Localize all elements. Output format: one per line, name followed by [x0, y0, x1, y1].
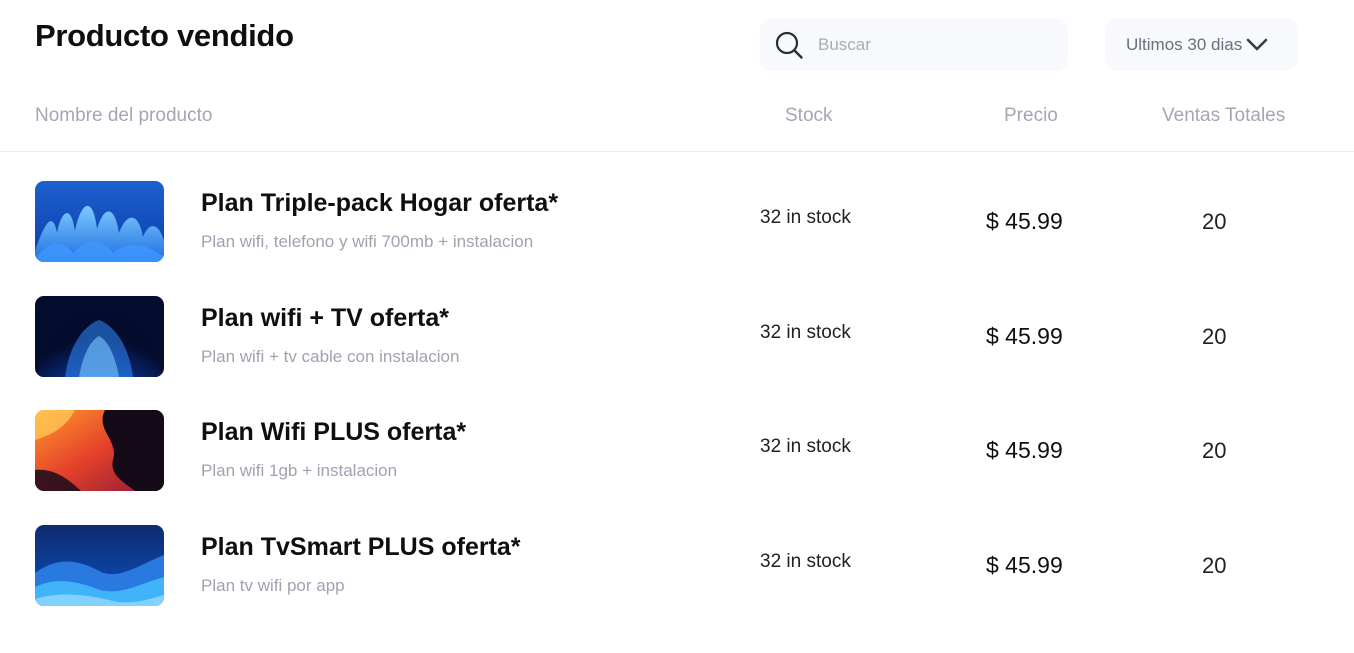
table-row[interactable]: Plan TvSmart PLUS oferta* Plan tv wifi p… — [0, 525, 1354, 617]
chevron-down-icon — [1246, 38, 1268, 50]
period-dropdown[interactable]: Ultimos 30 dias — [1105, 18, 1298, 71]
product-price: $ 45.99 — [986, 323, 1063, 349]
search-input[interactable] — [816, 33, 1040, 56]
product-description: Plan tv wifi por app — [201, 576, 345, 595]
column-header-sales: Ventas Totales — [1162, 105, 1286, 126]
product-sales: 20 — [1202, 438, 1227, 463]
product-sales: 20 — [1202, 209, 1227, 234]
product-stock: 32 in stock — [760, 322, 851, 343]
product-thumbnail — [35, 525, 164, 606]
column-header-stock: Stock — [785, 105, 833, 126]
product-price: $ 45.99 — [986, 437, 1063, 463]
page-title: Producto vendido — [35, 18, 294, 53]
product-sales: 20 — [1202, 324, 1227, 349]
product-stock: 32 in stock — [760, 551, 851, 572]
product-description: Plan wifi, telefono y wifi 700mb + insta… — [201, 232, 534, 251]
period-label: Ultimos 30 dias — [1126, 34, 1243, 54]
product-price: $ 45.99 — [986, 552, 1063, 578]
blue-bloom-wallpaper — [35, 296, 164, 377]
search-icon — [775, 31, 803, 59]
product-sales: 20 — [1202, 553, 1227, 578]
header-divider — [0, 151, 1354, 152]
table-row[interactable]: Plan Wifi PLUS oferta* Plan wifi 1gb + i… — [0, 410, 1354, 502]
product-thumbnail — [35, 181, 164, 262]
product-thumbnail — [35, 296, 164, 377]
product-name: Plan wifi + TV oferta* — [201, 304, 449, 332]
product-name: Plan Triple-pack Hogar oferta* — [201, 189, 559, 217]
column-header-name: Nombre del producto — [35, 105, 213, 126]
table-row[interactable]: Plan Triple-pack Hogar oferta* Plan wifi… — [0, 181, 1354, 273]
column-header-price: Precio — [1004, 105, 1058, 126]
product-description: Plan wifi 1gb + instalacion — [201, 461, 398, 480]
product-stock: 32 in stock — [760, 207, 851, 228]
orange-abstract-wallpaper — [35, 410, 164, 491]
product-name: Plan Wifi PLUS oferta* — [201, 418, 467, 446]
search-box[interactable] — [760, 18, 1068, 71]
table-row[interactable]: Plan wifi + TV oferta* Plan wifi + tv ca… — [0, 296, 1354, 388]
product-price: $ 45.99 — [986, 208, 1063, 234]
product-name: Plan TvSmart PLUS oferta* — [201, 533, 521, 561]
product-thumbnail — [35, 410, 164, 491]
product-description: Plan wifi + tv cable con instalacion — [201, 347, 460, 366]
blue-petals-wallpaper — [35, 181, 164, 262]
product-stock: 32 in stock — [760, 436, 851, 457]
blue-waves-wallpaper — [35, 525, 164, 606]
